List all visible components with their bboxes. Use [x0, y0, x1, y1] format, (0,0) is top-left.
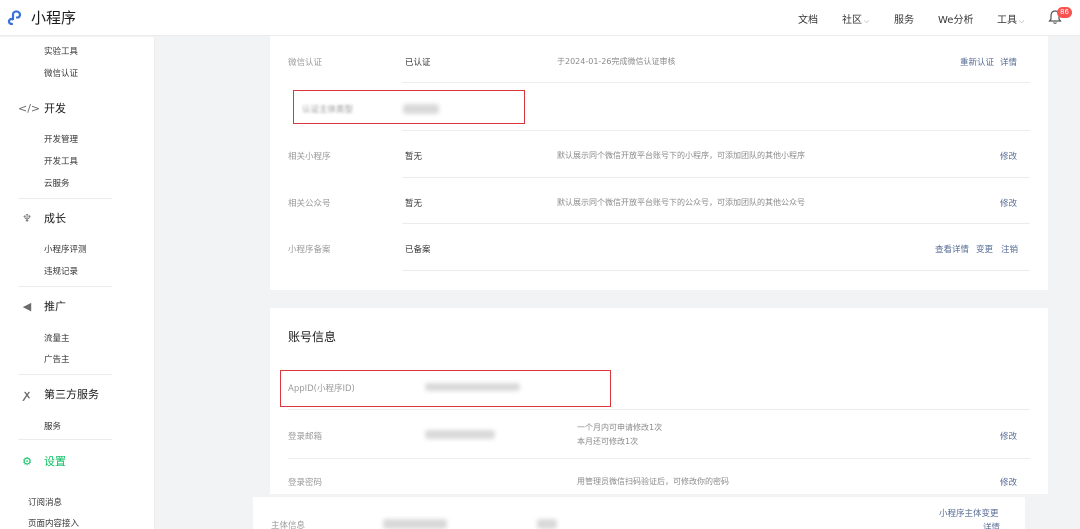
sidebar-item-wechat-cert[interactable]: 微信认证 [44, 67, 78, 79]
row-value: 暂无 [405, 199, 423, 209]
row-divider [402, 82, 1030, 83]
sidebar-item-page-content[interactable]: 页面内容接入 [28, 517, 79, 529]
row-label: 微信认证 [288, 58, 323, 68]
highlight-box [280, 370, 611, 407]
sidebar-item-violations[interactable]: 违规记录 [44, 265, 78, 277]
row-value: 已备案 [405, 245, 431, 255]
nav-tools[interactable]: 工具 ⌵ [997, 11, 1024, 26]
nav-services[interactable]: 服务 [894, 11, 914, 26]
sidebar-item-dev-tools[interactable]: 开发工具 [44, 155, 78, 167]
row-label: 登录密码 [288, 478, 323, 488]
row-label: 相关公众号 [288, 199, 331, 209]
nav-community-label: 社区 [842, 15, 862, 26]
third-party-icon: ꭗ [24, 387, 30, 401]
recertify-link[interactable]: 重新认证 [960, 56, 994, 68]
gear-icon: ⚙ [22, 454, 32, 468]
notification-badge: 86 [1057, 7, 1072, 18]
sidebar-group-label: 第三方服务 [44, 388, 99, 401]
sidebar-item-traffic-owner[interactable]: 流量主 [44, 332, 70, 344]
change-filing-link[interactable]: 变更 [976, 243, 993, 255]
row-divider [402, 130, 1030, 131]
edit-password-link[interactable]: 修改 [1000, 476, 1017, 488]
sidebar-item-advertiser[interactable]: 广告主 [44, 353, 70, 365]
row-desc: 用管理员微信扫码验证后，可修改你的密码 [577, 477, 729, 486]
row-label: 相关小程序 [288, 152, 331, 162]
row-divider [288, 409, 1030, 410]
row-value: 已认证 [405, 58, 431, 68]
cert-detail-link[interactable]: 详情 [1000, 56, 1017, 68]
code-icon: </> [18, 101, 41, 115]
basic-info-card: 微信认证 已认证 于2024-01-26完成微信认证审核 重新认证 详情 认证主… [270, 36, 1048, 290]
sidebar-divider [18, 286, 112, 287]
row-divider [402, 270, 1030, 271]
view-filing-detail-link[interactable]: 查看详情 [935, 243, 969, 255]
nav-tools-label: 工具 [997, 15, 1017, 26]
sidebar-group-settings[interactable]: ⚙ 设置 [18, 453, 66, 469]
row-desc: 默认展示同个微信开放平台账号下的公众号，可添加团队的其他公众号 [557, 198, 805, 207]
row-desc-line: 本月还可修改1次 [577, 437, 639, 446]
sidebar-item-cloud[interactable]: 云服务 [44, 177, 70, 189]
sidebar-group-growth[interactable]: ♆ 成长 [18, 210, 66, 226]
logo[interactable]: 小程序 [6, 7, 76, 28]
row-divider [288, 458, 1030, 459]
sidebar-group-third-party[interactable]: ꭗ 第三方服务 [18, 386, 99, 402]
sidebar-divider [18, 374, 112, 375]
edit-related-mp-link[interactable]: 修改 [1000, 150, 1017, 162]
miniprogram-logo-icon [7, 9, 22, 25]
sidebar-divider [18, 439, 112, 440]
subject-info-row: 主体信息 小程序主体变更 详情 [253, 497, 1025, 529]
row-desc: 于2024-01-26完成微信认证审核 [557, 57, 676, 66]
redacted-email [425, 430, 495, 439]
edit-related-oa-link[interactable]: 修改 [1000, 197, 1017, 209]
sidebar-group-dev[interactable]: </> 开发 [18, 100, 66, 116]
row-value: 暂无 [405, 152, 423, 162]
nav-we-analysis[interactable]: We分析 [938, 11, 973, 26]
chevron-down-icon: ⌵ [864, 17, 870, 25]
sprout-icon: ♆ [22, 211, 32, 225]
sidebar-divider [18, 198, 112, 199]
chevron-down-icon: ⌵ [1019, 17, 1025, 25]
nav-community[interactable]: 社区 ⌵ [842, 11, 869, 26]
sidebar-lower-panel: 订阅消息 页面内容接入 [0, 490, 140, 529]
cancel-filing-link[interactable]: 注销 [1001, 243, 1018, 255]
sidebar-item-lab-tools[interactable]: 实验工具 [44, 45, 78, 57]
row-divider [402, 177, 1030, 178]
row-label: 小程序备案 [288, 245, 331, 255]
row-desc: 默认展示同个微信开放平台账号下的小程序，可添加团队的其他小程序 [557, 151, 805, 160]
row-desc-line: 一个月内可申请修改1次 [577, 423, 663, 432]
redacted-subject [383, 519, 447, 529]
sidebar-item-evaluation[interactable]: 小程序评测 [44, 243, 87, 255]
nav-docs[interactable]: 文档 [798, 11, 818, 26]
redacted-subject-extra [537, 519, 557, 529]
sidebar-group-promotion[interactable]: ◀ 推广 [18, 298, 66, 314]
sidebar-group-label: 成长 [44, 212, 66, 225]
highlight-box [293, 90, 525, 124]
row-divider [402, 223, 1030, 224]
row-label: 主体信息 [271, 521, 306, 529]
section-title: 账号信息 [288, 330, 337, 344]
sidebar-item-dev-manage[interactable]: 开发管理 [44, 133, 78, 145]
top-bar: 小程序 文档 社区 ⌵ 服务 We分析 工具 ⌵ 86 [0, 0, 1080, 36]
sidebar-item-service[interactable]: 服务 [44, 420, 61, 432]
row-label: 登录邮箱 [288, 432, 323, 442]
subject-change-link[interactable]: 小程序主体变更 [939, 507, 999, 519]
sidebar-group-label: 开发 [44, 102, 66, 115]
sidebar-item-subscribe-msg[interactable]: 订阅消息 [28, 496, 62, 508]
app-title: 小程序 [31, 9, 77, 27]
subject-detail-link[interactable]: 详情 [983, 521, 1000, 529]
sidebar: 实验工具 微信认证 </> 开发 开发管理 开发工具 云服务 ♆ 成长 小程序评… [0, 37, 155, 529]
edit-email-link[interactable]: 修改 [1000, 430, 1017, 442]
sidebar-group-label: 设置 [44, 455, 66, 468]
sidebar-group-label: 推广 [44, 300, 66, 313]
megaphone-icon: ◀ [22, 299, 32, 313]
